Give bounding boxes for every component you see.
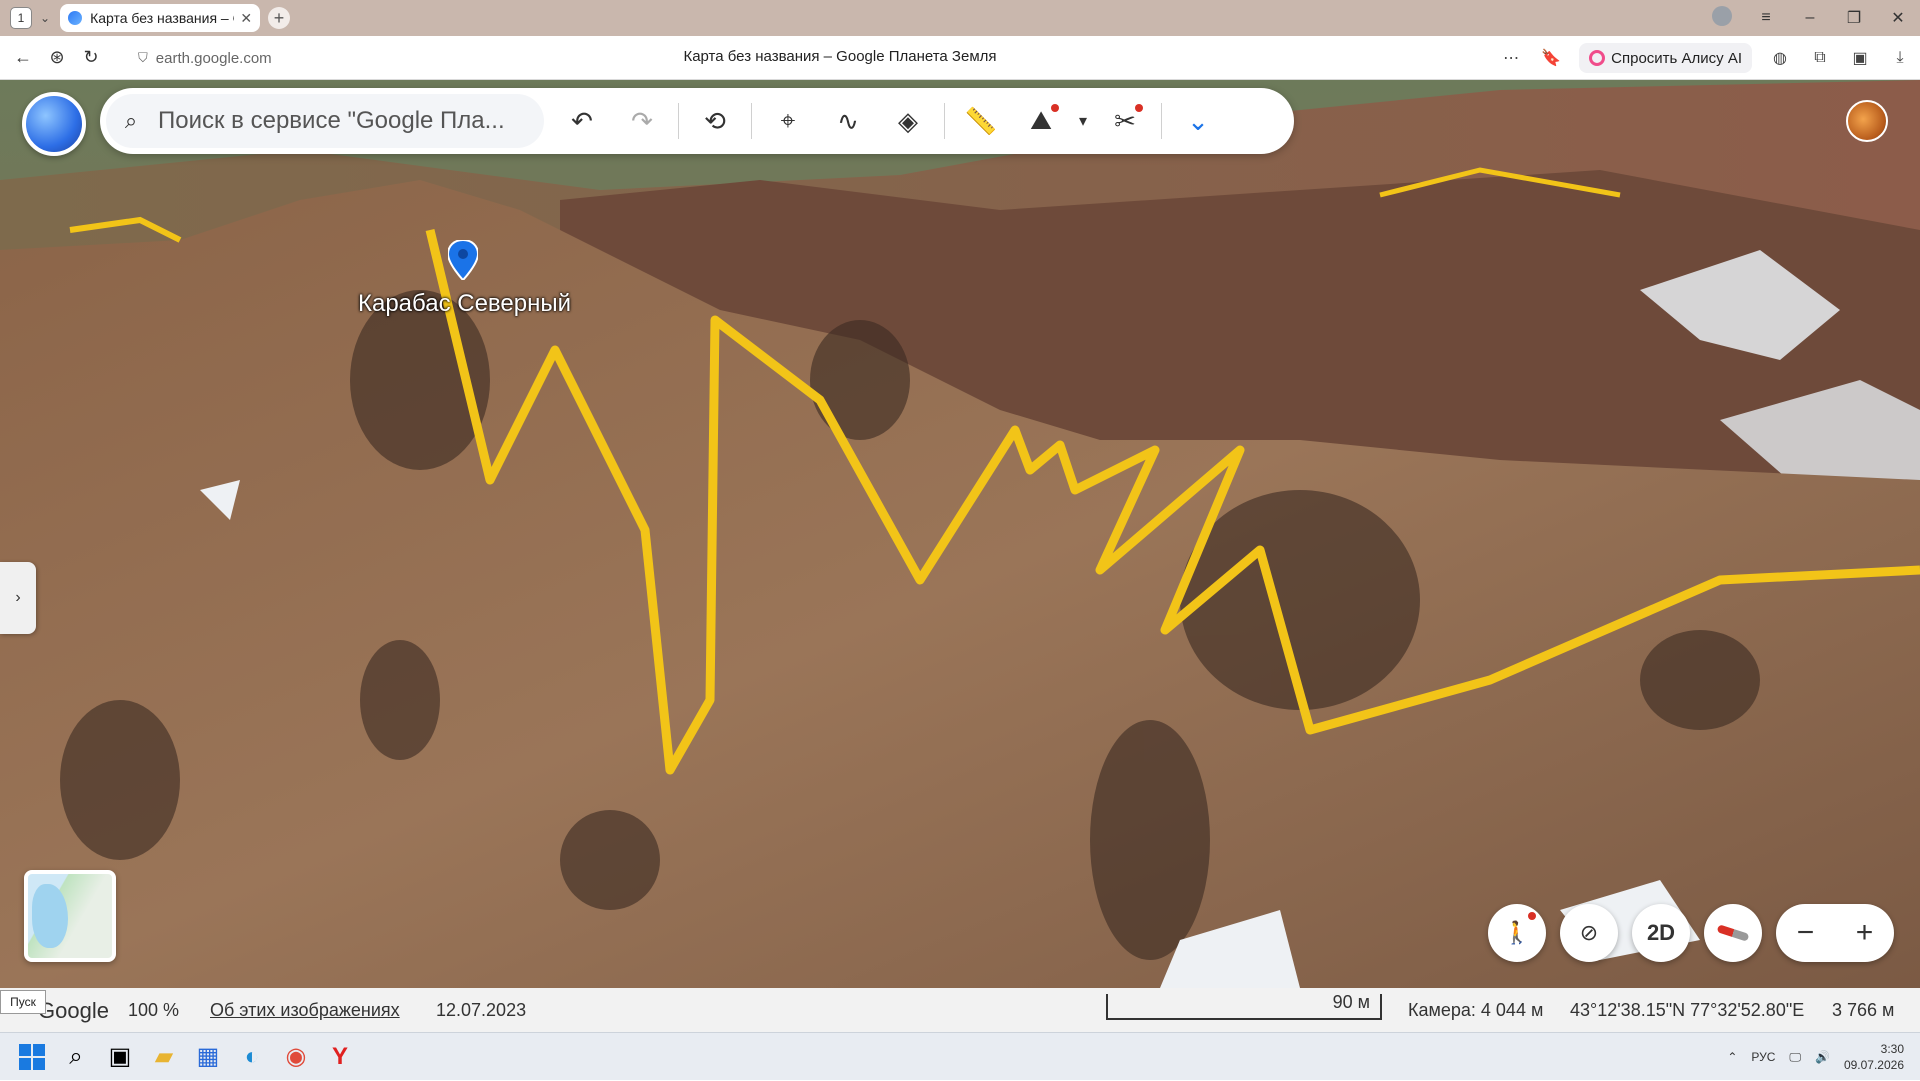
- chevron-right-icon: ›: [15, 589, 21, 606]
- notification-dot: [1051, 104, 1059, 112]
- address-bar: ← ⊛ ↻ ⛉ earth.google.com Карта без назва…: [0, 36, 1920, 80]
- measure-ruler-icon[interactable]: 📏: [951, 96, 1011, 146]
- new-tab-button[interactable]: +: [268, 7, 291, 29]
- start-button[interactable]: [10, 1037, 54, 1077]
- search-icon[interactable]: ⌕: [106, 108, 156, 134]
- windows-taskbar: ⌕ ▣ ▰ ▦ ◐ ◉ Y ⌃ РУС 🖵 🔊 3:30 09.07.2026: [0, 1032, 1920, 1080]
- about-imagery-link[interactable]: Об этих изображениях: [210, 1000, 400, 1021]
- mini-map-water: [32, 884, 68, 948]
- downloads-icon[interactable]: ⤓: [1880, 49, 1920, 67]
- camera-altitude: Камера: 4 044 м: [1408, 1000, 1544, 1020]
- google-earth-favicon-icon: [68, 11, 83, 25]
- google-logo: Google: [38, 998, 109, 1023]
- zoom-percent: 100 %: [128, 1000, 180, 1020]
- toggle-2d-button[interactable]: 2D: [1632, 904, 1690, 962]
- chrome-icon[interactable]: ◉: [274, 1037, 318, 1077]
- collections-icon[interactable]: ⧉: [1800, 49, 1840, 67]
- voyager-icon[interactable]: ⟲: [685, 96, 745, 146]
- tray-chevron-up-icon[interactable]: ⌃: [1727, 1050, 1737, 1064]
- tools-icon[interactable]: ✂: [1095, 96, 1155, 146]
- undo-button[interactable]: ↶: [552, 96, 612, 146]
- network-icon[interactable]: 🖵: [1789, 1050, 1801, 1065]
- store-icon[interactable]: ▦: [186, 1037, 230, 1077]
- scale-bar[interactable]: 90 м: [1106, 992, 1382, 1020]
- redo-button[interactable]: ↷: [612, 96, 672, 146]
- alice-icon: [1589, 50, 1606, 66]
- clock-time: 3:30: [1880, 1042, 1904, 1056]
- clock-date: 09.07.2026: [1843, 1058, 1904, 1072]
- restore-button[interactable]: ❐: [1832, 8, 1876, 28]
- windows-logo-icon: [19, 1043, 45, 1070]
- tab-count-badge[interactable]: 1: [10, 7, 32, 29]
- start-tooltip: Пуск: [0, 990, 46, 1014]
- file-explorer-icon[interactable]: ▰: [142, 1037, 186, 1077]
- tab-title: Карта без названия – G: [90, 10, 235, 26]
- toolbar-divider: [678, 103, 679, 139]
- status-bar: Google 100 % Об этих изображениях 12.07.…: [0, 988, 1920, 1032]
- my-location-button[interactable]: ⊘: [1560, 904, 1618, 962]
- notification-dot: [1135, 104, 1143, 112]
- close-icon[interactable]: ✕: [240, 10, 252, 27]
- search-box[interactable]: ⌕: [106, 94, 544, 148]
- address-bar-actions: ⋯ 🔖 Спросить Алису AI ◍ ⧉ ▣ ⤓: [1491, 36, 1920, 80]
- layers-icon[interactable]: ◈: [878, 96, 938, 146]
- more-icon[interactable]: ⋯: [1491, 48, 1531, 68]
- edge-icon[interactable]: ◐: [230, 1037, 274, 1077]
- account-avatar[interactable]: [1846, 100, 1888, 142]
- profile-button[interactable]: [1700, 5, 1744, 31]
- dropdown-arrow-icon[interactable]: ▾: [1071, 96, 1095, 146]
- browser-tab[interactable]: Карта без названия – G ✕: [60, 4, 261, 32]
- elevation-profile-icon[interactable]: ⛰: [1011, 96, 1071, 146]
- draw-path-icon[interactable]: ∿: [818, 96, 878, 146]
- elevation: 3 766 м: [1832, 1000, 1895, 1020]
- toolbar-divider: [944, 103, 945, 139]
- translate-icon[interactable]: ◍: [1760, 48, 1800, 68]
- placemark-label[interactable]: Карабас Северный: [358, 290, 571, 318]
- clock[interactable]: 3:30 09.07.2026: [1844, 1041, 1904, 1073]
- language-indicator[interactable]: РУС: [1751, 1050, 1775, 1064]
- side-panel-toggle[interactable]: ›: [0, 562, 36, 634]
- compass-icon: [1716, 924, 1750, 942]
- minimize-button[interactable]: –: [1788, 9, 1832, 27]
- map-3d-view[interactable]: Карабас Северный ›: [0, 80, 1920, 988]
- close-window-button[interactable]: ✕: [1876, 8, 1920, 28]
- page-title: Карта без названия – Google Планета Земл…: [683, 48, 997, 65]
- terrain-imagery[interactable]: [0, 80, 1920, 988]
- google-earth-logo[interactable]: [22, 92, 86, 156]
- browser-tab-bar: 1 ⌄ Карта без названия – G ✕ + ≡ – ❐ ✕: [0, 0, 1920, 36]
- scale-label: 90 м: [1332, 992, 1370, 1012]
- volume-icon[interactable]: 🔊: [1815, 1050, 1830, 1064]
- toolbar-divider: [751, 103, 752, 139]
- mini-map[interactable]: [24, 870, 116, 962]
- system-tray: ⌃ РУС 🖵 🔊 3:30 09.07.2026: [1727, 1033, 1920, 1081]
- location-off-icon: ⊘: [1579, 920, 1599, 945]
- toolbar-divider: [1161, 103, 1162, 139]
- placemark-pin-icon[interactable]: [448, 240, 478, 280]
- add-placemark-icon[interactable]: ⌖: [758, 96, 818, 146]
- imagery-date: 12.07.2023: [436, 1000, 527, 1020]
- compass-button[interactable]: [1704, 904, 1762, 962]
- expand-toolbar-chevron-icon[interactable]: ⌄: [1168, 96, 1228, 146]
- task-view-icon[interactable]: ▣: [98, 1037, 142, 1077]
- search-input[interactable]: [156, 106, 516, 136]
- bookmark-icon[interactable]: 🔖: [1531, 48, 1571, 68]
- extensions-icon[interactable]: ▣: [1840, 48, 1880, 68]
- zoom-out-button[interactable]: −: [1776, 916, 1835, 950]
- ask-alice-label: Спросить Алису AI: [1611, 49, 1742, 67]
- zoom-controls: − +: [1776, 904, 1894, 962]
- ask-alice-button[interactable]: Спросить Алису AI: [1579, 43, 1752, 73]
- chevron-down-icon[interactable]: ⌄: [40, 11, 50, 25]
- street-view-pegman-button[interactable]: 🚶: [1488, 904, 1546, 962]
- menu-icon[interactable]: ≡: [1744, 9, 1788, 27]
- coordinates: 43°12'38.15"N 77°32'52.80"E: [1570, 1000, 1805, 1020]
- search-taskbar-icon[interactable]: ⌕: [54, 1037, 98, 1077]
- pegman-icon: 🚶: [1503, 920, 1531, 945]
- notification-dot: [1528, 912, 1536, 920]
- yandex-browser-icon[interactable]: Y: [318, 1037, 362, 1077]
- zoom-in-button[interactable]: +: [1835, 916, 1894, 950]
- earth-toolbar: ⌕ ↶ ↷ ⟲ ⌖ ∿ ◈ 📏 ⛰ ▾ ✂ ⌄: [100, 88, 1294, 154]
- window-controls: ≡ – ❐ ✕: [1700, 0, 1920, 36]
